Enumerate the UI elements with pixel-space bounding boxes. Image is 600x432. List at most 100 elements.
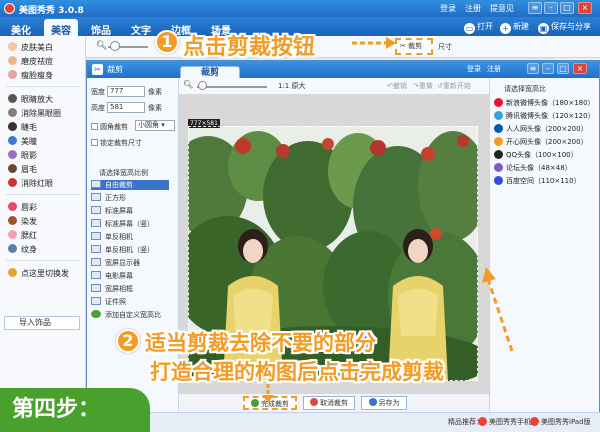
eyelash-icon	[8, 122, 17, 131]
close-button[interactable]: ×	[578, 2, 592, 14]
sidebar-item-eyebrow[interactable]: 眉毛	[8, 164, 37, 176]
sidebar-item-red-eye[interactable]: 消除红眼	[8, 178, 53, 190]
sidebar-item-eye-enlarge[interactable]: 眼睛放大	[8, 94, 53, 106]
ratio-option-square[interactable]: 正方形	[91, 193, 126, 203]
import-accessory-button[interactable]: 导入饰品	[4, 316, 80, 330]
ratio-option-widescreen-monitor[interactable]: 宽屏显示器	[91, 258, 140, 268]
round-corner-select[interactable]: 小圆角 ▾	[135, 120, 175, 131]
folder-icon: ▭	[464, 23, 475, 34]
undo-button[interactable]: ↶撤销	[387, 81, 407, 91]
dialog-minimize-button[interactable]: –	[542, 63, 554, 74]
menu-button[interactable]: ≡	[528, 2, 542, 14]
sidebar-item-slim[interactable]: 瘦脸瘦身	[8, 70, 53, 82]
tab-beauty[interactable]: 美容	[44, 19, 78, 37]
mobile-version-link[interactable]: 美图秀秀手机版	[478, 417, 538, 427]
preset-qq[interactable]: QQ头像（100×100）	[494, 150, 578, 161]
screen-icon	[91, 219, 101, 227]
renren-icon	[494, 124, 503, 133]
save-icon	[368, 398, 377, 406]
ratio-option-wide-frame[interactable]: 宽屏相框	[91, 284, 133, 294]
sidebar-item-contact-lens[interactable]: 美瞳	[8, 136, 37, 148]
width-input[interactable]: 777	[107, 86, 145, 97]
save-icon: ▣	[538, 23, 549, 34]
original-size-button[interactable]: 1:1 原大	[278, 81, 306, 91]
sidebar-item-acne[interactable]: 磨皮祛痘	[8, 56, 53, 68]
sidebar-item-hair-dye[interactable]: 染发	[8, 216, 37, 228]
height-input[interactable]: 581	[107, 102, 145, 113]
crop-zoom-slider-handle[interactable]	[198, 81, 207, 90]
minimize-button[interactable]: –	[544, 2, 558, 14]
sidebar-item-dark-circles[interactable]: 消除黑眼圈	[8, 108, 61, 120]
crop-dialog-title: 裁剪	[107, 65, 123, 74]
width-unit: 像素	[148, 88, 162, 96]
hair-icon	[8, 216, 17, 225]
login-link[interactable]: 登录	[440, 3, 456, 14]
tab-text[interactable]: 文字	[124, 19, 158, 37]
maximize-button[interactable]: □	[560, 2, 574, 14]
tab-decoration[interactable]: 饰品	[84, 19, 118, 37]
zoom-slider-handle[interactable]	[110, 41, 120, 51]
title-bar: 美图秀秀 3.0.8 登录 注册 提意见 ≡ – □ ×	[0, 0, 600, 17]
ratio-option-id-photo[interactable]: 证件照	[91, 297, 126, 307]
round-crop-checkbox[interactable]: 圆角裁剪	[91, 122, 128, 132]
feedback-link[interactable]: 提意见	[490, 3, 514, 14]
frame-icon	[91, 284, 101, 292]
ratio-option-standard-screen-vertical[interactable]: 标准屏幕（竖）	[91, 219, 154, 229]
restart-button[interactable]: ↺重新开始	[437, 81, 471, 91]
crop-actions-bar: 完成裁剪 取消裁剪 另存为	[179, 394, 489, 412]
camera-icon	[91, 232, 101, 240]
sidebar-item-skin-whiten[interactable]: 皮肤美白	[8, 42, 53, 54]
crop-icon: ✂	[92, 64, 103, 75]
monitor-icon	[91, 258, 101, 266]
scissors-icon: ✂	[400, 42, 406, 50]
arrow-down-icon	[262, 384, 274, 403]
redo-button[interactable]: ↷重做	[413, 81, 433, 91]
dialog-maximize-button[interactable]: □	[557, 63, 569, 74]
sidebar-item-blush[interactable]: 腮红	[8, 230, 37, 242]
tab-beautify[interactable]: 美化	[4, 19, 38, 37]
zoom-icon[interactable]: 🔍︎	[183, 80, 193, 89]
register-link[interactable]: 注册	[465, 3, 481, 14]
crop-zoom-slider[interactable]	[197, 86, 267, 88]
dialog-register-link[interactable]: 注册	[487, 64, 501, 74]
preset-kaixin[interactable]: 开心网头像（200×200）	[494, 137, 588, 148]
ratio-option-free[interactable]: 自由裁剪	[91, 180, 169, 190]
ipad-version-link[interactable]: 美图秀秀iPad版	[530, 417, 591, 427]
arrow-right-icon	[352, 37, 396, 49]
sidebar-item-switch-hair[interactable]: 点这里切换发	[8, 268, 69, 280]
ratio-header: 请选择宽高比例	[99, 169, 148, 177]
ratio-option-dslr-vertical[interactable]: 单反相机（竖）	[91, 245, 154, 255]
cancel-crop-button[interactable]: 取消裁剪	[303, 396, 355, 410]
preset-tencent-weibo[interactable]: 腾讯微博头像（120×120）	[494, 111, 595, 122]
preset-baidu-space[interactable]: 百度空间（110×110）	[494, 176, 581, 187]
ratio-option-dslr[interactable]: 单反相机	[91, 232, 133, 242]
dialog-login-link[interactable]: 登录	[467, 64, 481, 74]
save-as-button[interactable]: 另存为	[361, 396, 407, 410]
open-button[interactable]: ▭ 打开	[464, 20, 493, 34]
save-share-button[interactable]: ▣ 保存与分享	[538, 20, 591, 34]
checkbox-icon	[91, 139, 98, 146]
face-icon	[8, 56, 17, 65]
plus-icon	[91, 310, 101, 318]
preset-renren[interactable]: 人人网头像（200×200）	[494, 124, 588, 135]
cancel-icon	[310, 398, 318, 406]
dialog-menu-button[interactable]: ≡	[527, 63, 539, 74]
step-1-callout: 点击剪裁按钮	[183, 35, 316, 60]
sidebar-item-tattoo[interactable]: 纹身	[8, 244, 37, 256]
crop-button[interactable]: ✂ 裁剪	[395, 38, 433, 55]
eyebrow-icon	[8, 164, 17, 173]
sidebar-item-eyeshadow[interactable]: 眼影	[8, 150, 37, 162]
lock-size-checkbox[interactable]: 锁定裁剪尺寸	[91, 138, 142, 148]
sidebar-item-eyelash[interactable]: 睫毛	[8, 122, 37, 134]
add-custom-ratio-button[interactable]: 添加自定义宽高比	[91, 310, 161, 320]
sidebar-item-lip-color[interactable]: 唇彩	[8, 202, 37, 214]
ratio-option-standard-screen[interactable]: 标准屏幕	[91, 206, 133, 216]
size-button[interactable]: 尺寸	[438, 42, 452, 52]
preset-sina-weibo[interactable]: 新浪微博头像（180×180）	[494, 98, 595, 109]
dialog-close-button[interactable]: ×	[573, 63, 587, 74]
ratio-option-movie-screen[interactable]: 电影屏幕	[91, 271, 133, 281]
zoom-icon[interactable]: 🔍︎	[96, 41, 107, 51]
preset-forum[interactable]: 论坛头像（48×48）	[494, 163, 572, 174]
new-button[interactable]: + 新建	[500, 20, 529, 34]
height-unit: 像素	[148, 104, 162, 112]
